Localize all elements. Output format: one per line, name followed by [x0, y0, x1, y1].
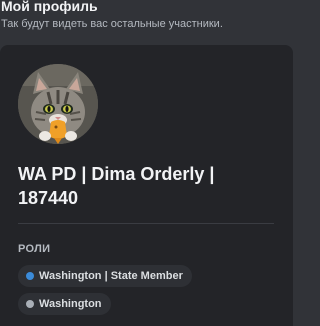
section-title: Мой профиль — [1, 0, 98, 14]
profile-card: WA PD | Dima Orderly | 187440 РОЛИ Washi… — [0, 45, 293, 326]
section-subtitle: Так будут видеть вас остальные участники… — [1, 18, 223, 30]
role-pill-washington[interactable]: Washington — [18, 293, 111, 315]
role-name: Washington | State Member — [39, 270, 183, 282]
divider — [18, 223, 274, 224]
role-name: Washington — [39, 298, 102, 310]
avatar[interactable] — [18, 64, 98, 144]
role-color-dot — [26, 272, 34, 280]
role-pill-washington-state-member[interactable]: Washington | State Member — [18, 265, 192, 287]
display-name: WA PD | Dima Orderly | 187440 — [18, 164, 215, 208]
avatar-image — [18, 64, 98, 144]
role-color-dot — [26, 300, 34, 308]
roles-heading: РОЛИ — [18, 243, 51, 255]
profile-page: Мой профиль Так будут видеть вас остальн… — [0, 0, 293, 326]
